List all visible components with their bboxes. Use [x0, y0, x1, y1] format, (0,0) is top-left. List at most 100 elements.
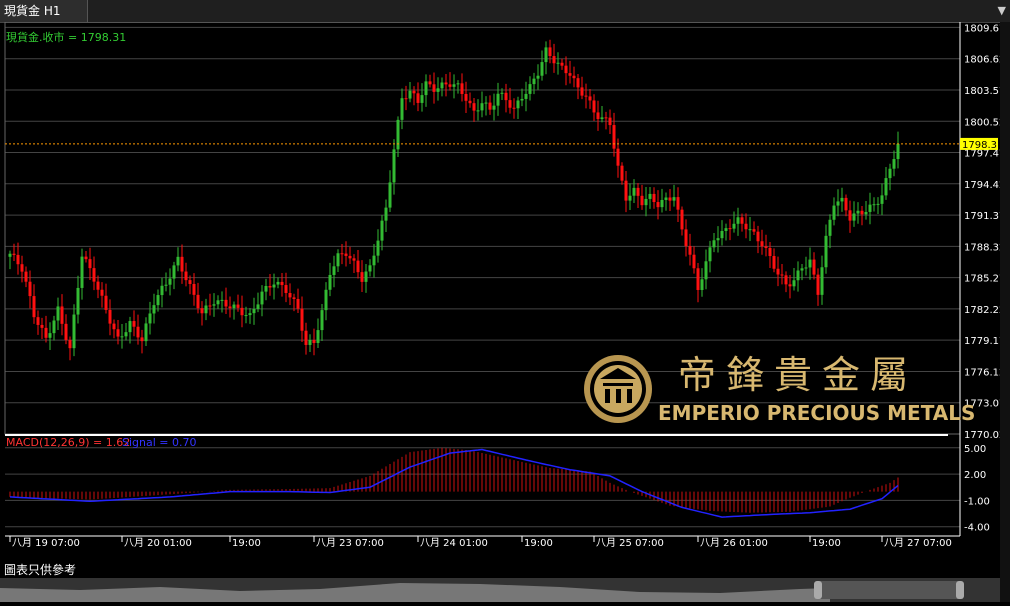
price-tick-label: 1785.27: [964, 274, 1000, 285]
candle-body: [808, 259, 812, 268]
candle-body: [564, 65, 568, 74]
candle-body: [420, 95, 424, 103]
candle-body: [244, 315, 248, 317]
candle-body: [720, 230, 724, 239]
price-chart: 1809.671806.621803.571800.521797.471794.…: [4, 22, 1000, 549]
candle-body: [280, 281, 284, 286]
candle-body: [276, 281, 280, 285]
candle-body: [252, 308, 256, 314]
candle-body: [856, 210, 860, 214]
price-tick-label: 1779.17: [964, 336, 1000, 347]
candle-body: [196, 294, 200, 309]
candle-body: [12, 253, 16, 255]
candle-body: [792, 280, 796, 287]
candle-body: [260, 291, 264, 305]
side-panel: [1000, 22, 1010, 602]
price-tick-label: 1794.42: [964, 180, 1000, 191]
candle-body: [772, 256, 776, 269]
candle-body: [224, 299, 228, 307]
candle-body: [504, 92, 508, 101]
candle-body: [704, 261, 708, 280]
candle-body: [752, 229, 756, 232]
candle-body: [488, 102, 492, 110]
candle-body: [208, 305, 212, 307]
candle-body: [376, 240, 380, 256]
candle-body: [476, 110, 480, 112]
candle-body: [28, 281, 32, 297]
macd-tick-label: -1.00: [964, 496, 990, 507]
tab-bar: 現貨金 H1 ▼: [0, 0, 1010, 23]
candle-body: [640, 195, 644, 206]
price-tick-label: 1776.12: [964, 367, 1000, 378]
candle-body: [360, 272, 364, 282]
candle-body: [364, 271, 368, 282]
candle-body: [844, 197, 848, 211]
scroll-handle-left[interactable]: [814, 581, 822, 599]
disclaimer-text: 圖表只供參考: [4, 563, 77, 577]
candle-body: [184, 271, 188, 281]
dropdown-arrow-icon[interactable]: ▼: [998, 4, 1006, 17]
candle-body: [144, 323, 148, 342]
candle-body: [532, 78, 536, 85]
candle-body: [216, 300, 220, 305]
candle-body: [556, 62, 560, 64]
candle-body: [512, 107, 516, 109]
candle-body: [428, 81, 432, 85]
candle-body: [100, 289, 104, 296]
candle-body: [296, 298, 300, 309]
time-tick-label: 八月 24 01:00: [420, 537, 488, 549]
candle-body: [816, 274, 820, 295]
candle-body: [604, 117, 608, 119]
candle-body: [584, 95, 588, 97]
candle-body: [312, 339, 316, 343]
candle-body: [336, 253, 340, 267]
candle-body: [48, 333, 52, 338]
candle-body: [548, 47, 552, 57]
brand-en: EMPERIO PRECIOUS METALS: [658, 401, 975, 425]
candle-body: [52, 320, 56, 334]
candle-body: [652, 193, 656, 203]
candle-body: [284, 285, 288, 293]
candle-body: [796, 270, 800, 281]
candle-body: [412, 90, 416, 94]
candle-body: [888, 168, 892, 179]
candle-body: [108, 309, 112, 324]
candle-body: [552, 56, 556, 64]
candle-body: [712, 240, 716, 248]
candle-body: [800, 268, 804, 271]
candle-body: [396, 119, 400, 150]
candle-body: [80, 256, 84, 288]
candle-body: [608, 117, 612, 126]
candle-body: [24, 271, 28, 282]
candle-body: [316, 330, 320, 343]
chart-scrollbar[interactable]: [0, 578, 1000, 602]
price-tick-label: 1800.52: [964, 117, 1000, 128]
macd-tick-label: -4.00: [964, 523, 990, 534]
candle-body: [688, 246, 692, 255]
candle-body: [268, 285, 272, 288]
candle-body: [824, 235, 828, 268]
candle-body: [560, 62, 564, 66]
candle-body: [132, 321, 136, 327]
candle-body: [728, 228, 732, 230]
candle-body: [288, 292, 292, 298]
candle-body: [516, 100, 520, 109]
candle-body: [536, 75, 540, 79]
candle-body: [320, 310, 324, 331]
time-tick-label: 19:00: [524, 538, 553, 549]
tab-spot-gold-h1[interactable]: 現貨金 H1: [0, 0, 88, 22]
candle-body: [160, 285, 164, 296]
candle-body: [356, 260, 360, 273]
candle-body: [612, 125, 616, 149]
candle-body: [460, 83, 464, 94]
candle-body: [440, 82, 444, 89]
scroll-handle-right[interactable]: [956, 581, 964, 599]
time-tick-label: 19:00: [812, 538, 841, 549]
candle-body: [148, 313, 152, 324]
time-tick-label: 八月 27 07:00: [884, 537, 952, 549]
macd-tick-label: 5.00: [964, 444, 986, 455]
candle-body: [580, 87, 584, 96]
candle-body: [156, 295, 160, 306]
candle-body: [220, 299, 224, 301]
candle-body: [20, 264, 24, 272]
